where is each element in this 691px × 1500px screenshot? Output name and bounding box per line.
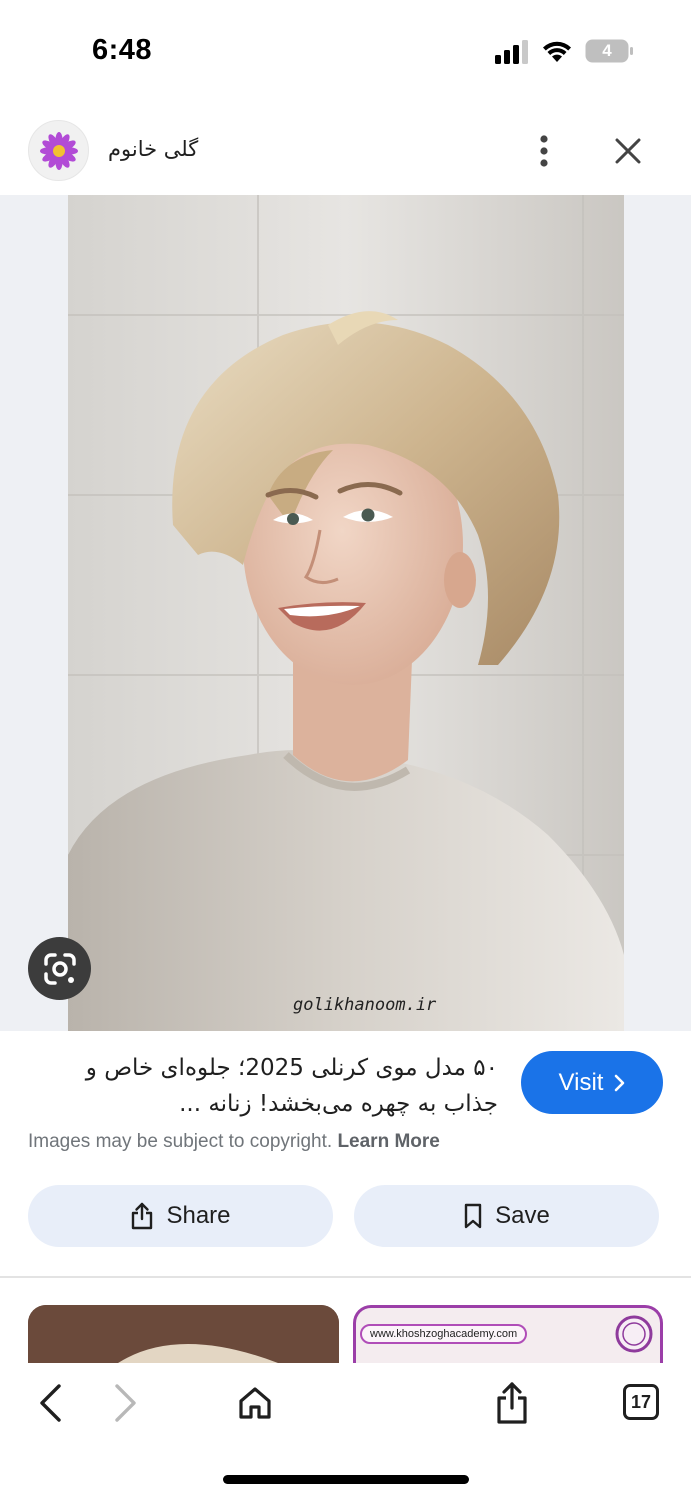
close-icon — [615, 138, 641, 164]
flower-logo-icon — [39, 131, 78, 170]
google-lens-button[interactable] — [28, 937, 91, 1000]
related-image-1-preview — [28, 1305, 339, 1363]
copyright-text: Images may be subject to copyright. — [28, 1131, 333, 1152]
wifi-icon — [543, 41, 571, 62]
share-icon — [132, 1202, 153, 1230]
chevron-right-icon — [615, 1074, 625, 1091]
google-lens-icon — [43, 952, 76, 985]
share-icon — [497, 1382, 527, 1424]
more-vert-icon — [540, 135, 548, 167]
status-bar: 6:48 4 — [0, 0, 691, 100]
visit-button[interactable]: Visit — [521, 1051, 663, 1114]
image-viewer: golikhanoom.ir — [0, 195, 691, 1031]
related-image-2-url: www.khoshzoghacademy.com — [360, 1324, 528, 1344]
forward-icon — [115, 1384, 136, 1422]
status-time: 6:48 — [92, 34, 153, 66]
image-watermark: golikhanoom.ir — [293, 995, 437, 1015]
home-icon — [239, 1387, 271, 1419]
site-name[interactable]: گلی خانوم — [108, 137, 198, 161]
signal-icon — [495, 40, 528, 64]
learn-more-link[interactable]: Learn More — [337, 1131, 439, 1152]
battery-icon: 4 — [585, 39, 633, 63]
bottom-toolbar: 17 — [0, 1363, 691, 1500]
home-indicator — [223, 1475, 469, 1484]
portrait-illustration — [68, 195, 624, 1031]
site-avatar[interactable] — [28, 120, 89, 181]
home-button[interactable] — [229, 1377, 281, 1429]
section-divider — [0, 1276, 691, 1278]
more-options-button[interactable] — [524, 128, 564, 174]
result-image[interactable]: golikhanoom.ir — [68, 195, 624, 1031]
tabs-button[interactable]: 17 — [623, 1384, 659, 1420]
result-title-line1: ۵۰ مدل موی کرنلی 2025؛ جلوه‌ای خاص و — [85, 1055, 498, 1081]
related-image-2[interactable]: www.khoshzoghacademy.com — [353, 1305, 663, 1363]
share-button-label: Share — [166, 1202, 231, 1229]
result-title-line2: جذاب به چهره می‌بخشد! زنانه ... — [179, 1091, 498, 1117]
copyright-notice: Images may be subject to copyright. Lear… — [28, 1131, 440, 1153]
save-button[interactable]: Save — [354, 1185, 659, 1247]
back-button[interactable] — [24, 1377, 76, 1429]
visit-button-label: Visit — [558, 1068, 604, 1096]
close-button[interactable] — [606, 128, 650, 174]
forward-button[interactable] — [100, 1377, 152, 1429]
academy-logo-icon — [615, 1315, 653, 1353]
tabs-count: 17 — [630, 1391, 652, 1412]
browser-share-button[interactable] — [486, 1377, 538, 1429]
result-title[interactable]: ۵۰ مدل موی کرنلی 2025؛ جلوه‌ای خاص و جذا… — [28, 1050, 498, 1122]
related-image-1[interactable] — [28, 1305, 339, 1363]
result-header: گلی خانوم — [0, 110, 691, 192]
battery-level: 4 — [602, 41, 612, 60]
save-button-label: Save — [495, 1202, 550, 1229]
share-button[interactable]: Share — [28, 1185, 333, 1247]
bookmark-icon — [464, 1203, 482, 1229]
back-icon — [40, 1384, 61, 1422]
